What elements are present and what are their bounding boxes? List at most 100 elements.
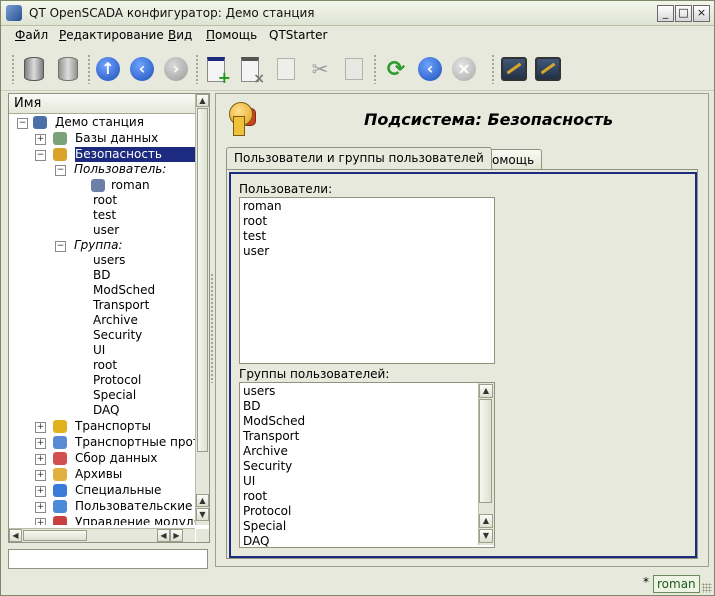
- status-user[interactable]: roman: [653, 575, 700, 593]
- tree-item[interactable]: Управление модуля: [75, 515, 195, 525]
- expand-icon[interactable]: +: [35, 502, 46, 513]
- tree-item[interactable]: Protocol: [93, 373, 141, 388]
- tree-item[interactable]: roman: [111, 178, 150, 193]
- scroll-thumb[interactable]: [23, 530, 87, 541]
- expand-icon[interactable]: +: [35, 422, 46, 433]
- tree-item[interactable]: Транспортные прото: [75, 435, 195, 450]
- collapse-icon[interactable]: −: [35, 150, 46, 161]
- paste-icon[interactable]: [339, 54, 369, 84]
- list-item[interactable]: user: [243, 244, 269, 259]
- menu-help[interactable]: Помощь: [206, 28, 257, 42]
- tree-item[interactable]: Security: [93, 328, 142, 343]
- tree-item[interactable]: test: [93, 208, 116, 223]
- forward-icon[interactable]: ›: [161, 54, 191, 84]
- tree-item[interactable]: root: [93, 358, 117, 373]
- tree-item[interactable]: root: [93, 193, 117, 208]
- refresh-icon[interactable]: ⟳: [381, 54, 411, 84]
- list-item[interactable]: root: [243, 214, 267, 229]
- tree-item-selected[interactable]: Безопасность: [75, 147, 195, 162]
- db-save-icon[interactable]: [53, 54, 83, 84]
- tree-horizontal-scrollbar[interactable]: ◀ ◀ ▶: [9, 528, 195, 542]
- list-item[interactable]: Security: [243, 459, 292, 474]
- tree-item[interactable]: ModSched: [93, 283, 155, 298]
- splitter-handle[interactable]: [210, 93, 214, 563]
- list-item[interactable]: users: [243, 384, 275, 399]
- stop-icon[interactable]: ×: [449, 54, 479, 84]
- menu-qtstarter[interactable]: QTStarter: [269, 28, 327, 42]
- tree-item[interactable]: BD: [93, 268, 110, 283]
- groups-list[interactable]: users BD ModSched Transport Archive Secu…: [239, 382, 495, 548]
- expand-icon[interactable]: +: [35, 454, 46, 465]
- list-item[interactable]: test: [243, 229, 266, 244]
- list-item[interactable]: root: [243, 489, 267, 504]
- expand-icon[interactable]: +: [35, 134, 46, 145]
- menu-view[interactable]: Вид: [168, 28, 192, 42]
- tree-item[interactable]: Пользовательские и: [75, 499, 195, 514]
- back-icon[interactable]: ‹: [127, 54, 157, 84]
- list-item[interactable]: DAQ: [243, 534, 269, 547]
- tree-item[interactable]: Пользователь:: [74, 162, 166, 177]
- navigation-tree[interactable]: − Демо станция + Базы данных − Безопасность − П…: [9, 115, 195, 525]
- copy-icon[interactable]: [271, 54, 301, 84]
- tree-filter-input[interactable]: [8, 549, 208, 569]
- tree-item[interactable]: DAQ: [93, 403, 119, 418]
- tree-item[interactable]: UI: [93, 343, 105, 358]
- scroll-thumb[interactable]: [479, 399, 492, 503]
- list-item[interactable]: Protocol: [243, 504, 291, 519]
- tree-column-header[interactable]: Имя: [9, 94, 195, 114]
- tree-item[interactable]: user: [93, 223, 119, 238]
- tree-item[interactable]: Демо станция: [55, 115, 144, 130]
- list-item[interactable]: roman: [243, 199, 282, 214]
- scroll-up-button[interactable]: ▲: [479, 384, 493, 398]
- menu-file[interactable]: Файл: [15, 28, 48, 42]
- collapse-icon[interactable]: −: [55, 165, 66, 176]
- list-item[interactable]: Transport: [243, 429, 299, 444]
- tree-item[interactable]: Группа:: [74, 238, 123, 253]
- scroll-up-button[interactable]: ▲: [479, 514, 493, 528]
- list-item[interactable]: Special: [243, 519, 286, 534]
- scroll-thumb[interactable]: [197, 108, 208, 452]
- expand-icon[interactable]: +: [35, 486, 46, 497]
- toolbar-grip[interactable]: [491, 54, 495, 84]
- list-item[interactable]: BD: [243, 399, 260, 414]
- delete-item-icon[interactable]: ×: [235, 54, 265, 87]
- scroll-right-button[interactable]: ▶: [170, 529, 183, 542]
- scroll-left-button[interactable]: ◀: [9, 529, 22, 542]
- tree-item[interactable]: Транспорты: [75, 419, 151, 434]
- tree-item[interactable]: users: [93, 253, 125, 268]
- list-item[interactable]: UI: [243, 474, 255, 489]
- expand-icon[interactable]: +: [35, 518, 46, 525]
- tree-item[interactable]: Archive: [93, 313, 138, 328]
- list-item[interactable]: ModSched: [243, 414, 305, 429]
- vision-icon[interactable]: [499, 54, 529, 84]
- toolbar-grip[interactable]: [87, 54, 91, 84]
- expand-icon[interactable]: +: [35, 438, 46, 449]
- toolbar-grip[interactable]: [195, 54, 199, 84]
- maximize-button[interactable]: □: [675, 5, 692, 22]
- close-button[interactable]: ×: [693, 5, 710, 22]
- tree-item[interactable]: Базы данных: [75, 131, 158, 146]
- collapse-icon[interactable]: −: [17, 118, 28, 129]
- scroll-up-button[interactable]: ▲: [196, 94, 209, 107]
- list-item[interactable]: Archive: [243, 444, 288, 459]
- scroll-down-button[interactable]: ▼: [479, 529, 493, 543]
- cut-icon[interactable]: ✂: [305, 54, 335, 84]
- resize-grip[interactable]: [702, 583, 712, 593]
- scroll-left-button[interactable]: ◀: [157, 529, 170, 542]
- tree-item[interactable]: Transport: [93, 298, 149, 313]
- expand-icon[interactable]: +: [35, 470, 46, 481]
- toolbar-grip[interactable]: [11, 54, 15, 84]
- minimize-button[interactable]: _: [657, 5, 674, 22]
- groups-vertical-scrollbar[interactable]: ▲ ▲ ▼: [478, 383, 494, 545]
- config-icon[interactable]: [533, 54, 563, 84]
- up-icon[interactable]: ↑: [93, 54, 123, 84]
- menu-edit[interactable]: Редактирование: [59, 28, 164, 42]
- tree-item[interactable]: Специальные: [75, 483, 161, 498]
- tab-users-groups[interactable]: Пользователи и группы пользователей: [226, 147, 492, 169]
- tree-item[interactable]: Special: [93, 388, 136, 403]
- tree-vertical-scrollbar[interactable]: ▲ ▲ ▼: [195, 94, 209, 525]
- scroll-up-button[interactable]: ▲: [196, 494, 209, 507]
- tree-item[interactable]: Архивы: [75, 467, 122, 482]
- scroll-down-button[interactable]: ▼: [196, 508, 209, 521]
- add-item-icon[interactable]: +: [201, 54, 231, 87]
